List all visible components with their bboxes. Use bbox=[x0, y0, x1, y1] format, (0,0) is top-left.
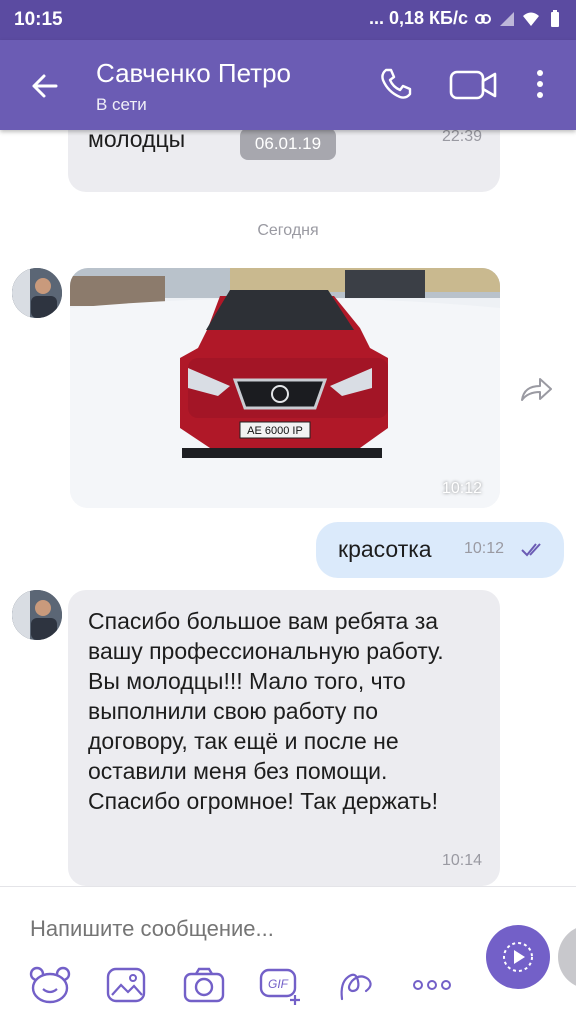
battery-icon bbox=[551, 9, 559, 27]
chat-area[interactable]: молодцы 22:39 06.01.19 Сегодня AE 6000 I… bbox=[0, 130, 576, 886]
message-composer: GIF bbox=[0, 886, 576, 1024]
sync-icon bbox=[475, 13, 491, 24]
contact-name[interactable]: Савченко Петро bbox=[96, 58, 291, 89]
read-checkmarks-icon bbox=[521, 543, 541, 557]
avatar[interactable] bbox=[12, 268, 62, 318]
day-separator: Сегодня bbox=[257, 222, 319, 239]
outgoing-message[interactable]: красотка 10:12 bbox=[316, 522, 564, 578]
app-bar: Савченко Петро В сети bbox=[0, 40, 576, 130]
message-input[interactable] bbox=[30, 913, 450, 945]
gallery-icon[interactable] bbox=[104, 965, 148, 1005]
message-time: 10:14 bbox=[441, 852, 482, 869]
more-vert-icon[interactable] bbox=[528, 64, 552, 104]
send-voice-button[interactable] bbox=[486, 925, 550, 989]
status-time: 10:15 bbox=[14, 9, 63, 30]
message-text: Спасибо большое вам ребята за вашу профе… bbox=[88, 608, 444, 814]
gif-icon[interactable]: GIF bbox=[258, 965, 302, 1005]
message-time: 10:12 bbox=[464, 540, 505, 557]
car-photo: AE 6000 IP bbox=[70, 268, 500, 508]
sticker-bear-icon[interactable] bbox=[28, 965, 72, 1005]
message-text: молодцы bbox=[88, 130, 186, 152]
forward-share-icon[interactable] bbox=[518, 374, 554, 404]
signal-icon bbox=[500, 11, 514, 26]
contact-status: В сети bbox=[96, 95, 147, 114]
date-pill: 06.01.19 bbox=[240, 130, 336, 160]
secondary-action-button[interactable] bbox=[558, 925, 576, 989]
avatar[interactable] bbox=[12, 590, 62, 640]
message-time: 22:39 bbox=[441, 130, 482, 145]
status-icons: ... 0,18 КБ/с bbox=[369, 8, 564, 29]
back-arrow-icon[interactable] bbox=[26, 66, 66, 106]
network-speed: ... 0,18 КБ/с bbox=[369, 8, 468, 28]
incoming-message[interactable]: Спасибо большое вам ребята за вашу профе… bbox=[68, 590, 500, 886]
camera-icon[interactable] bbox=[182, 965, 226, 1005]
photo-time: 10:12 bbox=[441, 480, 482, 497]
status-bar: 10:15 ... 0,18 КБ/с bbox=[0, 0, 576, 40]
more-horiz-icon[interactable] bbox=[410, 965, 454, 1005]
license-plate: AE 6000 IP bbox=[247, 425, 303, 437]
wifi-icon bbox=[523, 12, 539, 26]
phone-call-icon[interactable] bbox=[376, 64, 416, 104]
svg-text:GIF: GIF bbox=[268, 977, 289, 991]
message-text: красотка bbox=[338, 536, 432, 562]
doodle-icon[interactable] bbox=[334, 965, 378, 1005]
video-call-icon[interactable] bbox=[448, 66, 500, 104]
photo-message[interactable]: AE 6000 IP 10:12 bbox=[70, 268, 500, 508]
play-circle-icon bbox=[503, 942, 533, 972]
